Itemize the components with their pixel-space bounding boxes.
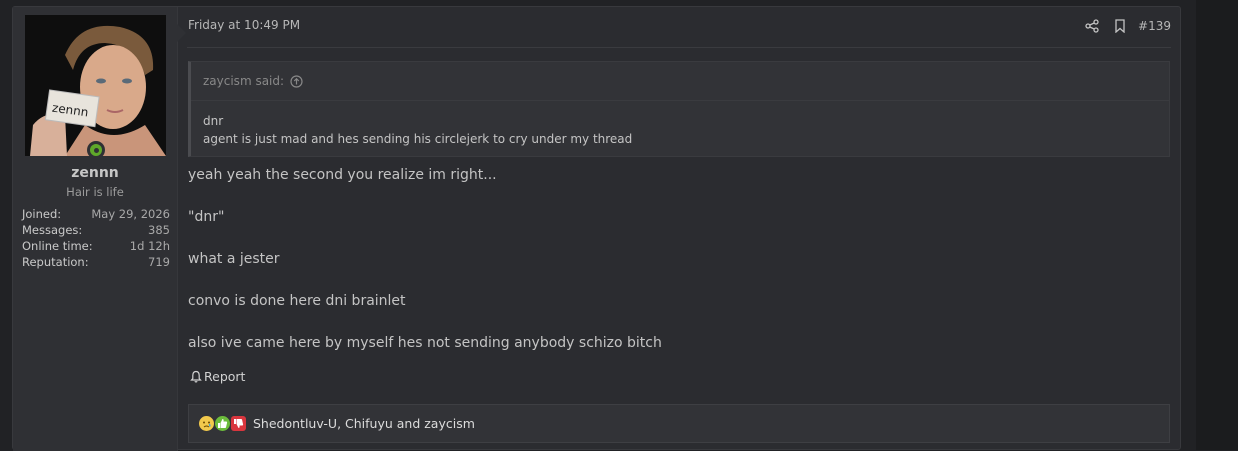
right-gutter (1196, 0, 1238, 450)
reactions-bar[interactable]: Shedontluv-U, Chifuyu and zaycism (188, 404, 1170, 443)
post: zennn zennn Hair is life Joined: May 29,… (12, 6, 1181, 451)
quote-line: agent is just mad and hes sending his ci… (203, 132, 633, 146)
stat-row-joined: Joined: May 29, 2026 (22, 206, 170, 222)
quote-line: dnr (203, 114, 224, 128)
message-line: also ive came here by myself hes not sen… (188, 335, 662, 351)
avatar[interactable]: zennn (25, 15, 166, 156)
user-stats: Joined: May 29, 2026 Messages: 385 Onlin… (22, 206, 170, 270)
report-label: Report (204, 369, 246, 384)
dislike-reaction-icon (231, 416, 246, 431)
user-title: Hair is life (66, 185, 124, 199)
quote-body: dnr agent is just mad and hes sending hi… (191, 101, 1169, 148)
message-line: "dnr" (188, 209, 225, 225)
post-date[interactable]: Friday at 10:49 PM (188, 18, 300, 32)
quote-header[interactable]: zaycism said: (191, 62, 1169, 101)
post-message: yeah yeah the second you realize im righ… (188, 164, 662, 374)
quote-block: zaycism said: dnr agent is just mad and … (188, 61, 1170, 157)
user-info-column: zennn zennn Hair is life Joined: May 29,… (13, 7, 178, 451)
stat-row-messages: Messages: 385 (22, 222, 170, 238)
stat-row-reputation: Reputation: 719 (22, 254, 170, 270)
header-divider (187, 47, 1171, 48)
online-status-icon (87, 141, 105, 159)
bell-icon (190, 370, 202, 383)
stat-label: Joined: (22, 207, 62, 221)
post-main: Friday at 10:49 PM #139 zaycism said: dn… (187, 7, 1171, 451)
stat-label: Online time: (22, 239, 93, 253)
stat-value: 719 (148, 255, 170, 269)
sad-face-reaction-icon (199, 416, 214, 431)
post-actions: #139 (1078, 16, 1171, 36)
stat-row-online-time: Online time: 1d 12h (22, 238, 170, 254)
stat-label: Reputation: (22, 255, 89, 269)
username[interactable]: zennn (13, 165, 177, 181)
like-reaction-icon (215, 416, 230, 431)
arrow-up-circle-icon[interactable] (290, 74, 303, 88)
bookmark-icon[interactable] (1106, 16, 1134, 36)
stat-value: May 29, 2026 (91, 207, 170, 221)
stat-label: Messages: (22, 223, 83, 237)
user-arrow (177, 24, 186, 42)
avatar-image: zennn (25, 15, 166, 156)
quote-author[interactable]: zaycism said: (203, 74, 284, 88)
stat-value: 1d 12h (129, 239, 170, 253)
message-line: what a jester (188, 251, 280, 267)
report-button[interactable]: Report (190, 369, 245, 384)
post-number[interactable]: #139 (1138, 19, 1171, 33)
reaction-icons (199, 416, 247, 431)
share-icon[interactable] (1078, 16, 1106, 36)
stat-value: 385 (148, 223, 170, 237)
message-line: yeah yeah the second you realize im righ… (188, 167, 497, 183)
reaction-users[interactable]: Shedontluv-U, Chifuyu and zaycism (253, 416, 475, 431)
message-line: convo is done here dni brainlet (188, 293, 406, 309)
